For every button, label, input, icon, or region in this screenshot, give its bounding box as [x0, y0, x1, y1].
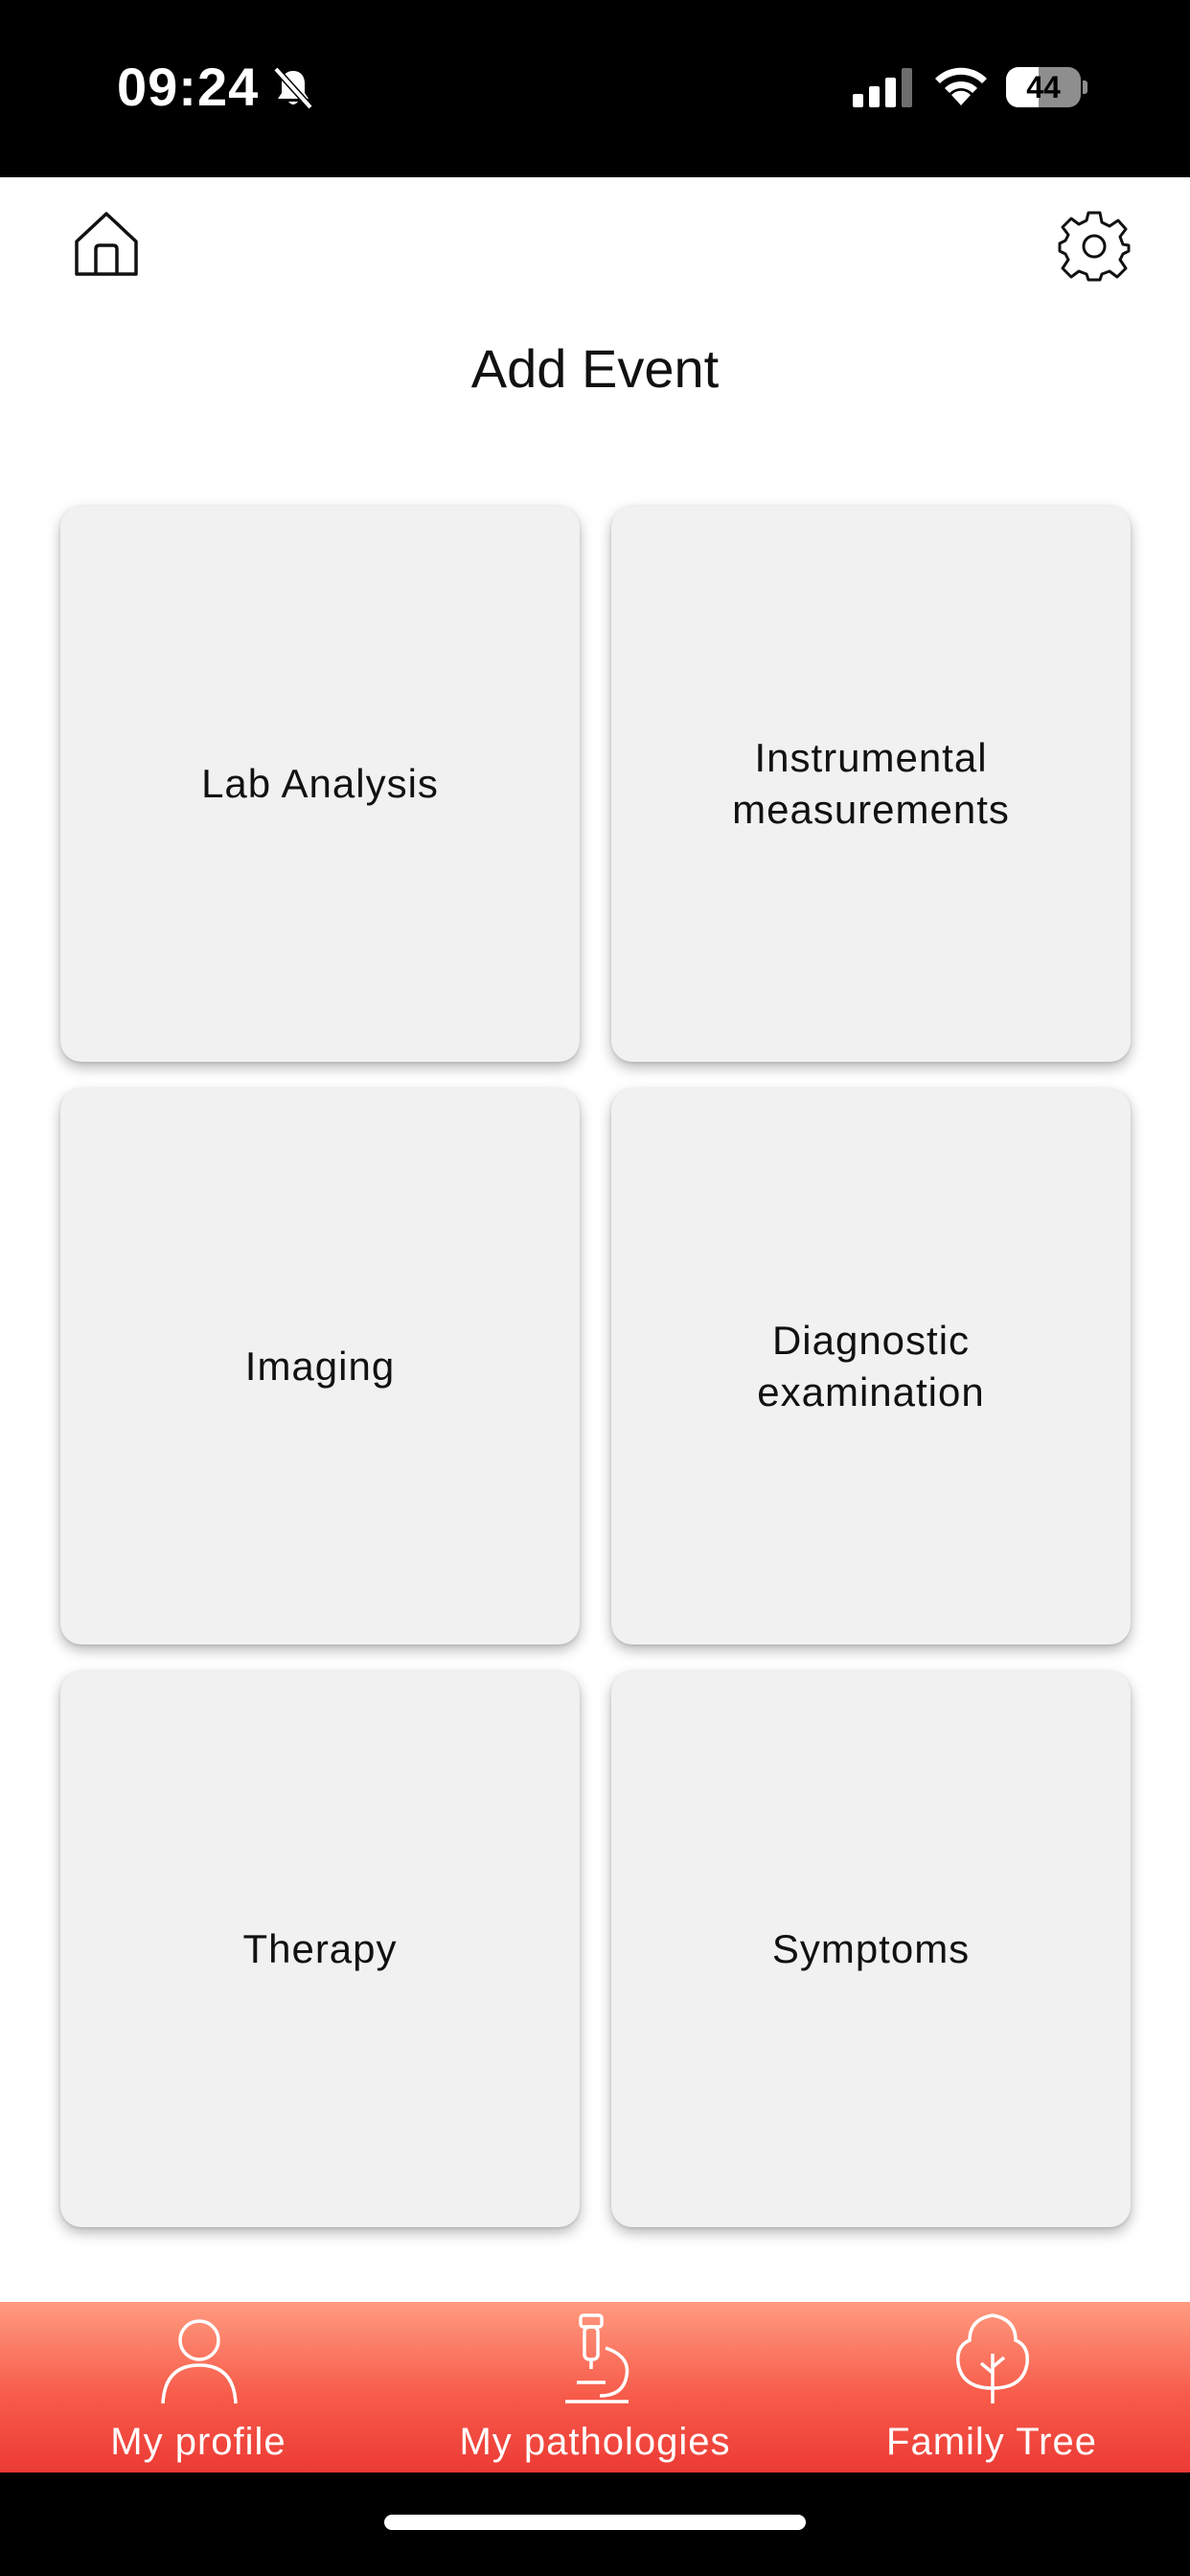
- cellular-signal-icon: [853, 67, 914, 107]
- instrumental-measurements-tile[interactable]: Instrumental measurements: [611, 506, 1131, 1062]
- gear-icon: [1058, 211, 1131, 282]
- bell-slash-icon: [272, 65, 314, 111]
- tile-label: Lab Analysis: [201, 761, 439, 806]
- tile-label: Diagnostic examination: [757, 1318, 985, 1414]
- home-indicator[interactable]: [384, 2515, 806, 2530]
- diagnostic-examination-tile[interactable]: Diagnostic examination: [611, 1089, 1131, 1644]
- person-icon: [161, 2319, 238, 2404]
- symptoms-tile[interactable]: Symptoms: [611, 1671, 1131, 2227]
- tab-my-pathologies[interactable]: My pathologies: [413, 2302, 777, 2472]
- tab-bar: My profile My pathologies Family Tree: [0, 2302, 1190, 2472]
- tree-icon: [956, 2313, 1029, 2404]
- home-icon: [75, 212, 138, 276]
- status-bar: 09:24 44: [0, 0, 1190, 177]
- home-indicator-area: [0, 2472, 1190, 2576]
- imaging-tile[interactable]: Imaging: [60, 1089, 580, 1644]
- tab-family-tree[interactable]: Family Tree: [810, 2302, 1174, 2472]
- tile-label: Imaging: [244, 1344, 396, 1389]
- microscope-icon: [565, 2313, 629, 2404]
- tile-label: Instrumental measurements: [732, 735, 1010, 832]
- tile-label: Symptoms: [771, 1926, 971, 1971]
- tab-my-profile[interactable]: My profile: [16, 2302, 380, 2472]
- tab-label: My pathologies: [459, 2421, 731, 2463]
- battery-level: 44: [1026, 70, 1061, 104]
- tile-label: Therapy: [242, 1926, 398, 1971]
- settings-button[interactable]: [1058, 209, 1131, 282]
- lab-analysis-tile[interactable]: Lab Analysis: [60, 506, 580, 1062]
- tab-label: My profile: [110, 2421, 286, 2463]
- wifi-icon: [931, 63, 991, 107]
- home-button[interactable]: [71, 209, 142, 280]
- status-time: 09:24: [117, 57, 260, 117]
- battery-icon: 44: [1006, 67, 1087, 107]
- therapy-tile[interactable]: Therapy: [60, 1671, 580, 2227]
- tab-label: Family Tree: [886, 2421, 1097, 2463]
- page-title: Add Event: [470, 338, 720, 399]
